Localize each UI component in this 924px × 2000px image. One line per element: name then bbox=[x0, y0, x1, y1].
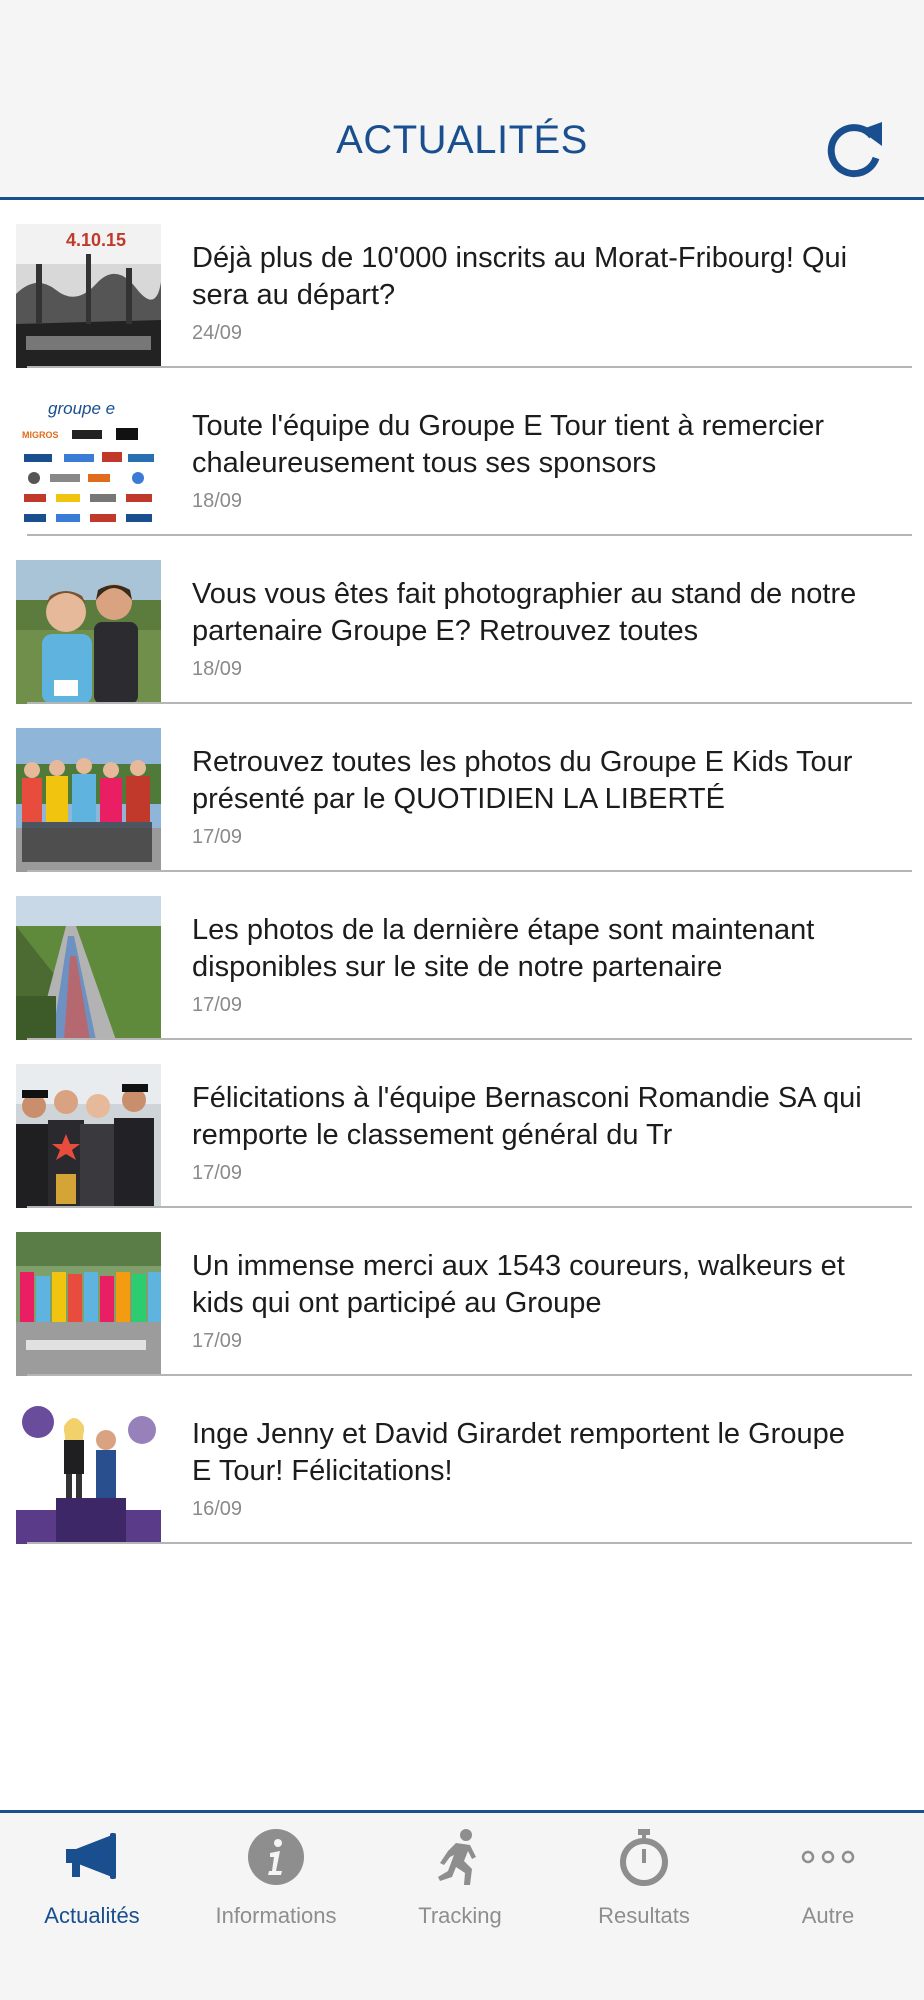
info-icon bbox=[248, 1829, 304, 1885]
refresh-button[interactable] bbox=[820, 116, 890, 178]
news-title: Déjà plus de 10'000 inscrits au Morat-Fr… bbox=[192, 242, 848, 311]
news-title: Vous vous êtes fait photographier au sta… bbox=[192, 578, 857, 647]
news-thumbnail bbox=[16, 1400, 161, 1544]
tab-tracking[interactable]: Tracking bbox=[368, 1813, 552, 1963]
news-date: 17/09 bbox=[192, 826, 243, 848]
page-title: ACTUALITÉS bbox=[336, 118, 588, 162]
tab-informations[interactable]: Informations bbox=[184, 1813, 368, 1963]
news-date: 17/09 bbox=[192, 1162, 243, 1184]
news-item[interactable]: Un immense merci aux 1543 coureurs, walk… bbox=[0, 1208, 924, 1376]
news-thumbnail bbox=[16, 560, 161, 704]
thumb-sponsor-text: MIGROS bbox=[22, 430, 59, 440]
news-date: 24/09 bbox=[192, 322, 243, 344]
news-list: 4.10.15 Déjà plus de 10'000 inscrits au … bbox=[0, 200, 924, 1544]
tab-resultats[interactable]: Resultats bbox=[552, 1813, 736, 1963]
news-thumbnail: 4.10.15 bbox=[16, 224, 161, 368]
news-thumbnail bbox=[16, 1064, 161, 1208]
tab-label: Resultats bbox=[598, 1903, 690, 1928]
news-title: Un immense merci aux 1543 coureurs, walk… bbox=[192, 1250, 845, 1319]
app-header: ACTUALITÉS bbox=[0, 0, 924, 200]
tab-autre[interactable]: Autre bbox=[736, 1813, 920, 1963]
runner-icon bbox=[438, 1829, 476, 1885]
news-date: 16/09 bbox=[192, 1498, 243, 1520]
refresh-icon bbox=[827, 122, 882, 178]
stopwatch-icon bbox=[620, 1829, 668, 1886]
tab-actualites[interactable]: Actualités bbox=[0, 1813, 184, 1963]
news-item[interactable]: Les photos de la dernière étape sont mai… bbox=[0, 872, 924, 1040]
news-item[interactable]: Retrouvez toutes les photos du Groupe E … bbox=[0, 704, 924, 872]
more-icon bbox=[801, 1850, 855, 1864]
news-title: Inge Jenny et David Girardet remportent … bbox=[192, 1418, 845, 1487]
news-item[interactable]: Vous vous êtes fait photographier au sta… bbox=[0, 536, 924, 704]
news-date: 18/09 bbox=[192, 490, 243, 512]
news-title: Félicitations à l'équipe Bernasconi Roma… bbox=[192, 1082, 862, 1151]
news-thumbnail: groupe e MIGROS bbox=[16, 392, 161, 536]
news-title: Toute l'équipe du Groupe E Tour tient à … bbox=[192, 410, 825, 479]
news-thumbnail bbox=[16, 728, 161, 872]
news-thumbnail bbox=[16, 1232, 161, 1376]
megaphone-icon bbox=[66, 1833, 116, 1879]
tab-label: Tracking bbox=[418, 1903, 502, 1928]
news-date: 17/09 bbox=[192, 1330, 243, 1352]
news-date: 18/09 bbox=[192, 658, 243, 680]
thumb-brand-text: groupe e bbox=[48, 399, 115, 418]
news-item[interactable]: 4.10.15 Déjà plus de 10'000 inscrits au … bbox=[0, 200, 924, 368]
tab-label: Actualités bbox=[44, 1903, 140, 1928]
tab-label: Autre bbox=[801, 1903, 855, 1928]
news-thumbnail bbox=[16, 896, 161, 1040]
news-date: 17/09 bbox=[192, 994, 243, 1016]
tab-bar: Actualités Informations Tracking Resulta… bbox=[0, 1810, 924, 2000]
news-item[interactable]: groupe e MIGROS Toute l'équipe du Groupe… bbox=[0, 368, 924, 536]
thumb-date-text: 4.10.15 bbox=[66, 230, 126, 250]
news-title: Retrouvez toutes les photos du Groupe E … bbox=[192, 746, 853, 815]
divider bbox=[27, 1542, 912, 1544]
news-item[interactable]: Inge Jenny et David Girardet remportent … bbox=[0, 1376, 924, 1544]
news-title: Les photos de la dernière étape sont mai… bbox=[192, 914, 815, 983]
news-item[interactable]: Félicitations à l'équipe Bernasconi Roma… bbox=[0, 1040, 924, 1208]
tab-label: Informations bbox=[215, 1903, 337, 1928]
